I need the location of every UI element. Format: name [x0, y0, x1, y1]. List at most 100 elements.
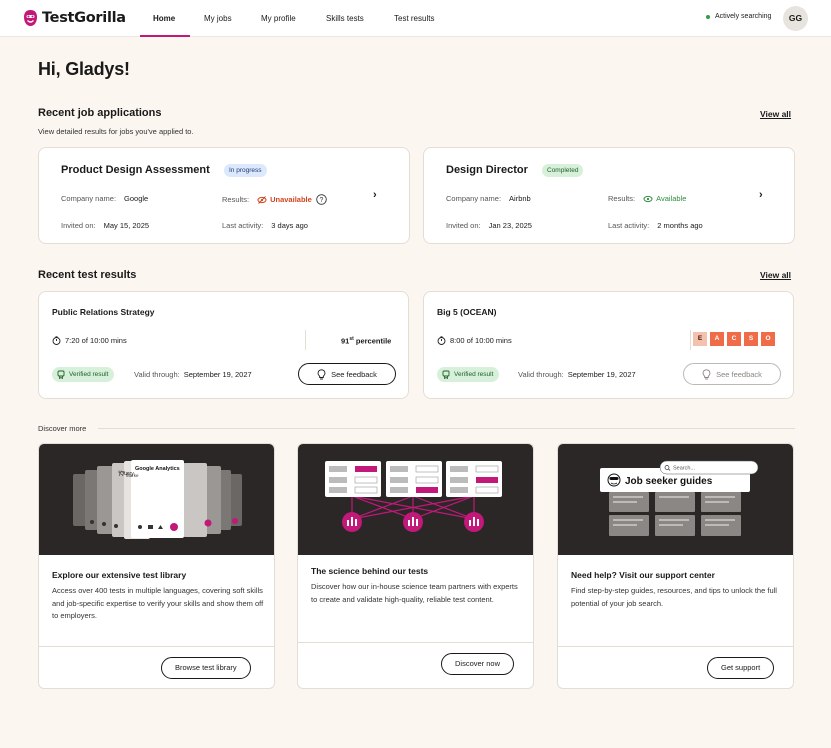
discover-label: Discover more — [38, 424, 87, 433]
invited-row: Invited on: Jan 23, 2025 — [446, 221, 532, 230]
guides-title: Job seeker guides — [625, 476, 713, 487]
network-illustration — [325, 461, 502, 532]
nav-home[interactable]: Home — [153, 0, 175, 37]
svg-text:?: ? — [319, 197, 323, 204]
results-value: Unavailable — [270, 195, 312, 204]
see-feedback-button-disabled[interactable]: See feedback — [683, 363, 781, 385]
browse-test-library-button[interactable]: Browse test library — [161, 657, 251, 679]
nav-my-jobs[interactable]: My jobs — [204, 0, 232, 37]
company-value: Airbnb — [509, 194, 531, 203]
nav-test-results[interactable]: Test results — [394, 0, 434, 37]
discover-card-title: Explore our extensive test library — [52, 570, 187, 580]
help-icon[interactable]: ? — [316, 194, 327, 205]
job-search-status[interactable]: Actively searching — [706, 13, 771, 20]
verified-icon — [442, 370, 450, 379]
results-row: Results: Available — [608, 194, 686, 203]
discover-card-text: Find step-by-step guides, resources, and… — [571, 586, 777, 608]
trait-s: S — [744, 332, 758, 346]
page-title: Hi, Gladys! — [38, 59, 130, 79]
verified-icon — [57, 370, 65, 379]
activity-value: 3 days ago — [271, 221, 308, 230]
divider — [305, 330, 306, 350]
valid-label: Valid through: — [518, 370, 564, 379]
see-feedback-label: See feedback — [716, 369, 762, 379]
trait-c: C — [727, 332, 741, 346]
activity-value: 2 months ago — [657, 221, 703, 230]
time-value: 7:20 of 10:00 mins — [65, 336, 127, 345]
test-result-card: Public Relations Strategy 7:20 of 10:00 … — [38, 291, 409, 399]
ocean-traits: E A C S O — [693, 332, 775, 346]
see-feedback-label: See feedback — [331, 369, 377, 379]
discover-card-title: Need help? Visit our support center — [571, 570, 715, 580]
discover-card-text: Discover how our in-house science team p… — [311, 582, 518, 604]
discover-card-support: Search... Job seeker guides Need help? V… — [557, 443, 794, 689]
company-row: Company name: Google — [61, 194, 148, 203]
support-illustration: Search... Job seeker guides — [558, 444, 793, 555]
trait-o: O — [761, 332, 775, 346]
invited-label: Invited on: — [61, 221, 96, 230]
nav-my-profile[interactable]: My profile — [261, 0, 296, 37]
status-badge: Completed — [542, 164, 584, 177]
application-card[interactable]: Product Design Assessment In progress Co… — [38, 147, 410, 244]
nav-active-indicator — [140, 35, 190, 37]
logo[interactable]: TestGorilla — [23, 8, 126, 28]
verified-badge: Verified result — [437, 367, 500, 382]
stopwatch-icon — [52, 336, 61, 345]
see-feedback-button[interactable]: See feedback — [298, 363, 396, 385]
tests-view-all-link[interactable]: View all — [760, 270, 791, 280]
results-label: Results: — [608, 194, 636, 203]
verified-badge: Verified result — [52, 367, 115, 382]
percentile-text: percentile — [355, 336, 392, 346]
activity-row: Last activity: 3 days ago — [222, 221, 308, 230]
applications-heading: Recent job applications — [38, 107, 162, 119]
applications-view-all-link[interactable]: View all — [760, 109, 791, 119]
invited-value: May 15, 2025 — [103, 221, 150, 230]
eye-off-icon — [257, 195, 267, 204]
nav-skills-tests[interactable]: Skills tests — [326, 0, 364, 37]
job-title: Product Design Assessment — [61, 164, 210, 176]
tests-heading: Recent test results — [38, 269, 137, 281]
test-title: Public Relations Strategy — [52, 307, 155, 317]
company-row: Company name: Airbnb — [446, 194, 531, 203]
discover-card-science: The science behind our tests Discover ho… — [297, 443, 534, 689]
test-cards-illustration: Marke Wor jQuery Google Analytics — [73, 460, 242, 539]
top-nav: TestGorilla Home My jobs My profile Skil… — [0, 0, 831, 37]
status-label: Actively searching — [715, 13, 772, 20]
chevron-right-icon[interactable]: › — [759, 189, 763, 201]
card-label-jquery: jQuery — [118, 471, 134, 477]
test-title: Big 5 (OCEAN) — [437, 307, 497, 317]
avatar[interactable]: GG — [783, 6, 808, 31]
activity-label: Last activity: — [608, 221, 650, 230]
discover-card-test-library: Marke Wor jQuery Google Analytics Explor… — [38, 443, 275, 689]
company-label: Company name: — [446, 194, 502, 203]
card-label-google-analytics: Google Analytics — [135, 466, 180, 472]
discover-now-button[interactable]: Discover now — [441, 653, 515, 675]
guides-illustration: Search... Job seeker guides — [600, 460, 759, 536]
get-support-button[interactable]: Get support — [707, 657, 775, 679]
company-label: Company name: — [61, 194, 117, 203]
verified-label: Verified result — [69, 371, 109, 378]
invited-label: Invited on: — [446, 221, 481, 230]
lightbulb-icon — [317, 368, 326, 379]
applications-subtitle: View detailed results for jobs you've ap… — [38, 127, 194, 136]
verified-label: Verified result — [454, 371, 494, 378]
job-title: Design Director — [446, 164, 528, 176]
invited-value: Jan 23, 2025 — [488, 221, 532, 230]
valid-through: Valid through: September 19, 2027 — [134, 370, 252, 379]
chevron-right-icon[interactable]: › — [373, 189, 377, 201]
divider — [39, 646, 274, 647]
test-library-illustration: Marke Wor jQuery Google Analytics — [39, 444, 274, 555]
status-dot-icon — [706, 14, 710, 19]
test-time: 7:20 of 10:00 mins — [52, 336, 127, 345]
divider — [298, 642, 533, 643]
divider — [690, 330, 691, 350]
trait-a: A — [710, 332, 724, 346]
valid-through: Valid through: September 19, 2027 — [518, 370, 636, 379]
percentile: 91st percentile — [341, 336, 391, 346]
discover-card-title: The science behind our tests — [311, 566, 429, 576]
trait-e: E — [693, 332, 707, 346]
application-card[interactable]: Design Director Completed Company name: A… — [423, 147, 795, 244]
logo-text: TestGorilla — [42, 10, 126, 26]
percentile-suffix: st — [349, 336, 354, 342]
test-time: 8:00 of 10:00 mins — [437, 336, 512, 345]
